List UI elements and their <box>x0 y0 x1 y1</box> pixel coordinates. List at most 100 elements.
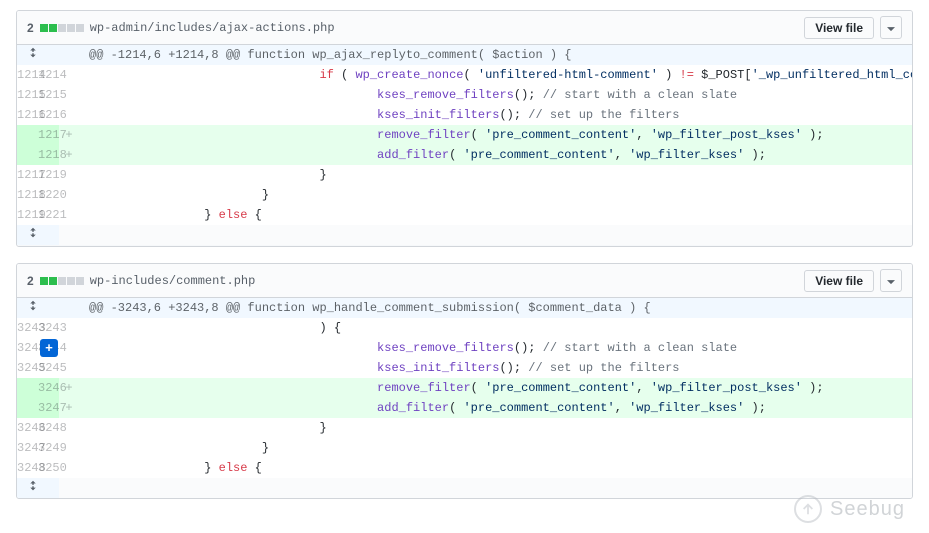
line-number-new[interactable]: 3246 <box>38 378 59 398</box>
watermark-icon <box>794 495 822 523</box>
line-number-old[interactable]: 1217 <box>17 165 38 185</box>
watermark: Seebug <box>794 495 905 523</box>
line-number-old[interactable]: 1214 <box>17 65 38 85</box>
code-cell: add_filter( 'pre_comment_content', 'wp_f… <box>79 398 912 418</box>
diff-table: @@ -3243,6 +3243,8 @@ function wp_handle… <box>17 298 912 498</box>
expand-icon <box>27 48 39 62</box>
line-number-old[interactable] <box>17 398 38 418</box>
view-file-button[interactable]: View file <box>804 270 874 292</box>
line-number-old[interactable]: 3245 <box>17 358 38 378</box>
diffstat <box>40 24 84 32</box>
diff-line: 12181220 } <box>17 185 912 205</box>
diffstat <box>40 277 84 285</box>
code-cell: kses_init_filters(); // set up the filte… <box>79 105 912 125</box>
expand-row <box>17 478 912 498</box>
diffstat-neutral-square <box>76 277 84 285</box>
watermark-text: Seebug <box>830 498 905 521</box>
code-cell: remove_filter( 'pre_comment_content', 'w… <box>79 378 912 398</box>
line-number-old[interactable]: 1218 <box>17 185 38 205</box>
line-number-new[interactable]: 1220 <box>38 185 59 205</box>
code-cell: kses_remove_filters(); // start with a c… <box>79 338 912 358</box>
line-number-new[interactable]: 1217 <box>38 125 59 145</box>
line-number-new[interactable]: 3245 <box>38 358 59 378</box>
code-cell: if ( wp_create_nonce( 'unfiltered-html-c… <box>79 65 912 85</box>
line-number-new[interactable]: 3244+ <box>38 338 59 358</box>
line-number-new[interactable]: 1215 <box>38 85 59 105</box>
change-count: 2 <box>27 21 34 35</box>
expand-button[interactable] <box>17 225 59 245</box>
diffstat-neutral-square <box>58 24 66 32</box>
diffstat-added-square <box>40 277 48 285</box>
hunk-header-row: @@ -3243,6 +3243,8 @@ function wp_handle… <box>17 298 912 318</box>
file-block: 2 wp-includes/comment.php View file @@ -324… <box>16 263 913 499</box>
line-number-old[interactable]: 3248 <box>17 458 38 478</box>
line-number-new[interactable]: 3243 <box>38 318 59 338</box>
chevron-down-icon <box>887 273 895 288</box>
diffstat-neutral-square <box>76 24 84 32</box>
code-cell: add_filter( 'pre_comment_content', 'wp_f… <box>79 145 912 165</box>
line-number-old[interactable]: 1215 <box>17 85 38 105</box>
view-file-button[interactable]: View file <box>804 17 874 39</box>
file-path[interactable]: wp-includes/comment.php <box>90 274 256 288</box>
hunk-header-text: @@ -3243,6 +3243,8 @@ function wp_handle… <box>79 298 912 318</box>
hunk-header-row: @@ -1214,6 +1214,8 @@ function wp_ajax_r… <box>17 45 912 65</box>
file-header: 2 wp-includes/comment.php View file <box>17 264 912 298</box>
diff-line: 12191221 } else { <box>17 205 912 225</box>
diffstat-added-square <box>40 24 48 32</box>
expand-icon <box>27 481 39 495</box>
diff-line: 32433243 ) { <box>17 318 912 338</box>
file-options-dropdown[interactable] <box>880 16 902 39</box>
line-number-old[interactable]: 3243 <box>17 318 38 338</box>
line-number-old[interactable]: 1216 <box>17 105 38 125</box>
code-cell: } else { <box>79 205 912 225</box>
change-count: 2 <box>27 274 34 288</box>
code-cell: } <box>79 438 912 458</box>
expand-button[interactable] <box>17 298 59 318</box>
line-number-new[interactable]: 3248 <box>38 418 59 438</box>
diff-line: 32443244+ kses_remove_filters(); // star… <box>17 338 912 358</box>
expand-row <box>17 225 912 245</box>
line-number-old[interactable] <box>17 378 38 398</box>
line-number-new[interactable]: 1221 <box>38 205 59 225</box>
line-number-new[interactable]: 3247 <box>38 398 59 418</box>
diff-line: 12171219 } <box>17 165 912 185</box>
line-number-old[interactable]: 1219 <box>17 205 38 225</box>
line-number-old[interactable]: 3247 <box>17 438 38 458</box>
code-cell: } else { <box>79 458 912 478</box>
file-options-dropdown[interactable] <box>880 269 902 292</box>
diff-line: 1218+ add_filter( 'pre_comment_content',… <box>17 145 912 165</box>
diff-line: 32453245 kses_init_filters(); // set up … <box>17 358 912 378</box>
diff-line: 3247+ add_filter( 'pre_comment_content',… <box>17 398 912 418</box>
line-number-old[interactable] <box>17 145 38 165</box>
line-number-old[interactable] <box>17 125 38 145</box>
code-cell: } <box>79 185 912 205</box>
diff-line: 12141214 if ( wp_create_nonce( 'unfilter… <box>17 65 912 85</box>
code-cell: kses_remove_filters(); // start with a c… <box>79 85 912 105</box>
expand-button[interactable] <box>17 45 59 65</box>
line-number-new[interactable]: 1214 <box>38 65 59 85</box>
diffstat-added-square <box>49 24 57 32</box>
add-comment-button[interactable]: + <box>40 339 58 357</box>
line-number-new[interactable]: 1218 <box>38 145 59 165</box>
diff-line: 1217+ remove_filter( 'pre_comment_conten… <box>17 125 912 145</box>
line-number-old[interactable]: 3244 <box>17 338 38 358</box>
line-number-new[interactable]: 1216 <box>38 105 59 125</box>
diffstat-neutral-square <box>67 277 75 285</box>
chevron-down-icon <box>887 20 895 35</box>
line-number-new[interactable]: 3249 <box>38 438 59 458</box>
line-number-new[interactable]: 1219 <box>38 165 59 185</box>
expand-button[interactable] <box>17 478 59 498</box>
file-path[interactable]: wp-admin/includes/ajax-actions.php <box>90 21 335 35</box>
file-block: 2 wp-admin/includes/ajax-actions.php View … <box>16 10 913 247</box>
diff-table: @@ -1214,6 +1214,8 @@ function wp_ajax_r… <box>17 45 912 245</box>
line-number-old[interactable]: 3246 <box>17 418 38 438</box>
expand-icon <box>27 301 39 315</box>
line-number-new[interactable]: 3250 <box>38 458 59 478</box>
expand-icon <box>27 228 39 242</box>
code-cell: kses_init_filters(); // set up the filte… <box>79 358 912 378</box>
code-cell: ) { <box>79 318 912 338</box>
horizontal-scrollbar[interactable] <box>17 245 912 246</box>
code-cell: } <box>79 165 912 185</box>
diff-line: 12151215 kses_remove_filters(); // start… <box>17 85 912 105</box>
diff-line: 32483250 } else { <box>17 458 912 478</box>
